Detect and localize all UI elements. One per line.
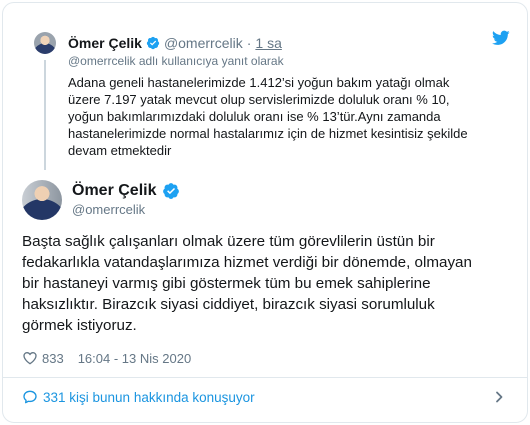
- parent-tweet[interactable]: Ömer Çelik @omerrcelik · 1 sa @omerrceli…: [20, 22, 510, 172]
- conversation-link[interactable]: 331 kişi bunun hakkında konuşuyor: [22, 387, 255, 407]
- avatar[interactable]: [22, 180, 62, 220]
- chevron-right-icon[interactable]: [493, 391, 505, 403]
- main-tweet-text: Başta sağlık çalışanları olmak üzere tüm…: [22, 233, 472, 334]
- author-name-row: Ömer Çelik: [72, 182, 184, 200]
- author-name[interactable]: Ömer Çelik: [72, 182, 156, 200]
- parent-tweet-text: Adana geneli hastanelerimizde 1.412’si y…: [68, 75, 468, 158]
- reply-context: @omerrcelik adlı kullanıcıya yanıt olara…: [68, 54, 284, 68]
- tweet-time-link[interactable]: 1 sa: [255, 35, 281, 51]
- twitter-bird-icon[interactable]: [492, 30, 510, 46]
- conversation-label[interactable]: 331 kişi bunun hakkında konuşuyor: [43, 390, 255, 405]
- verified-badge-icon: [163, 183, 180, 199]
- avatar[interactable]: [34, 32, 56, 54]
- verified-badge-icon: [146, 36, 160, 50]
- thread-line: [44, 60, 46, 170]
- separator-dot: ·: [246, 35, 252, 51]
- tweet-meta: 833 16:04 - 13 Nis 2020: [22, 349, 191, 367]
- tweet-timestamp[interactable]: 16:04 - 13 Nis 2020: [78, 351, 191, 366]
- author-handle[interactable]: @omerrcelik: [164, 35, 243, 51]
- heart-icon[interactable]: [22, 350, 38, 366]
- main-tweet-header: Ömer Çelik @omerrcelik: [22, 180, 502, 224]
- author-name[interactable]: Ömer Çelik: [68, 35, 142, 51]
- author-handle[interactable]: @omerrcelik: [72, 202, 145, 217]
- parent-tweet-header: Ömer Çelik @omerrcelik · 1 sa: [68, 34, 282, 52]
- divider: [2, 377, 528, 378]
- like-count[interactable]: 833: [42, 351, 64, 366]
- speech-bubble-icon: [23, 390, 37, 404]
